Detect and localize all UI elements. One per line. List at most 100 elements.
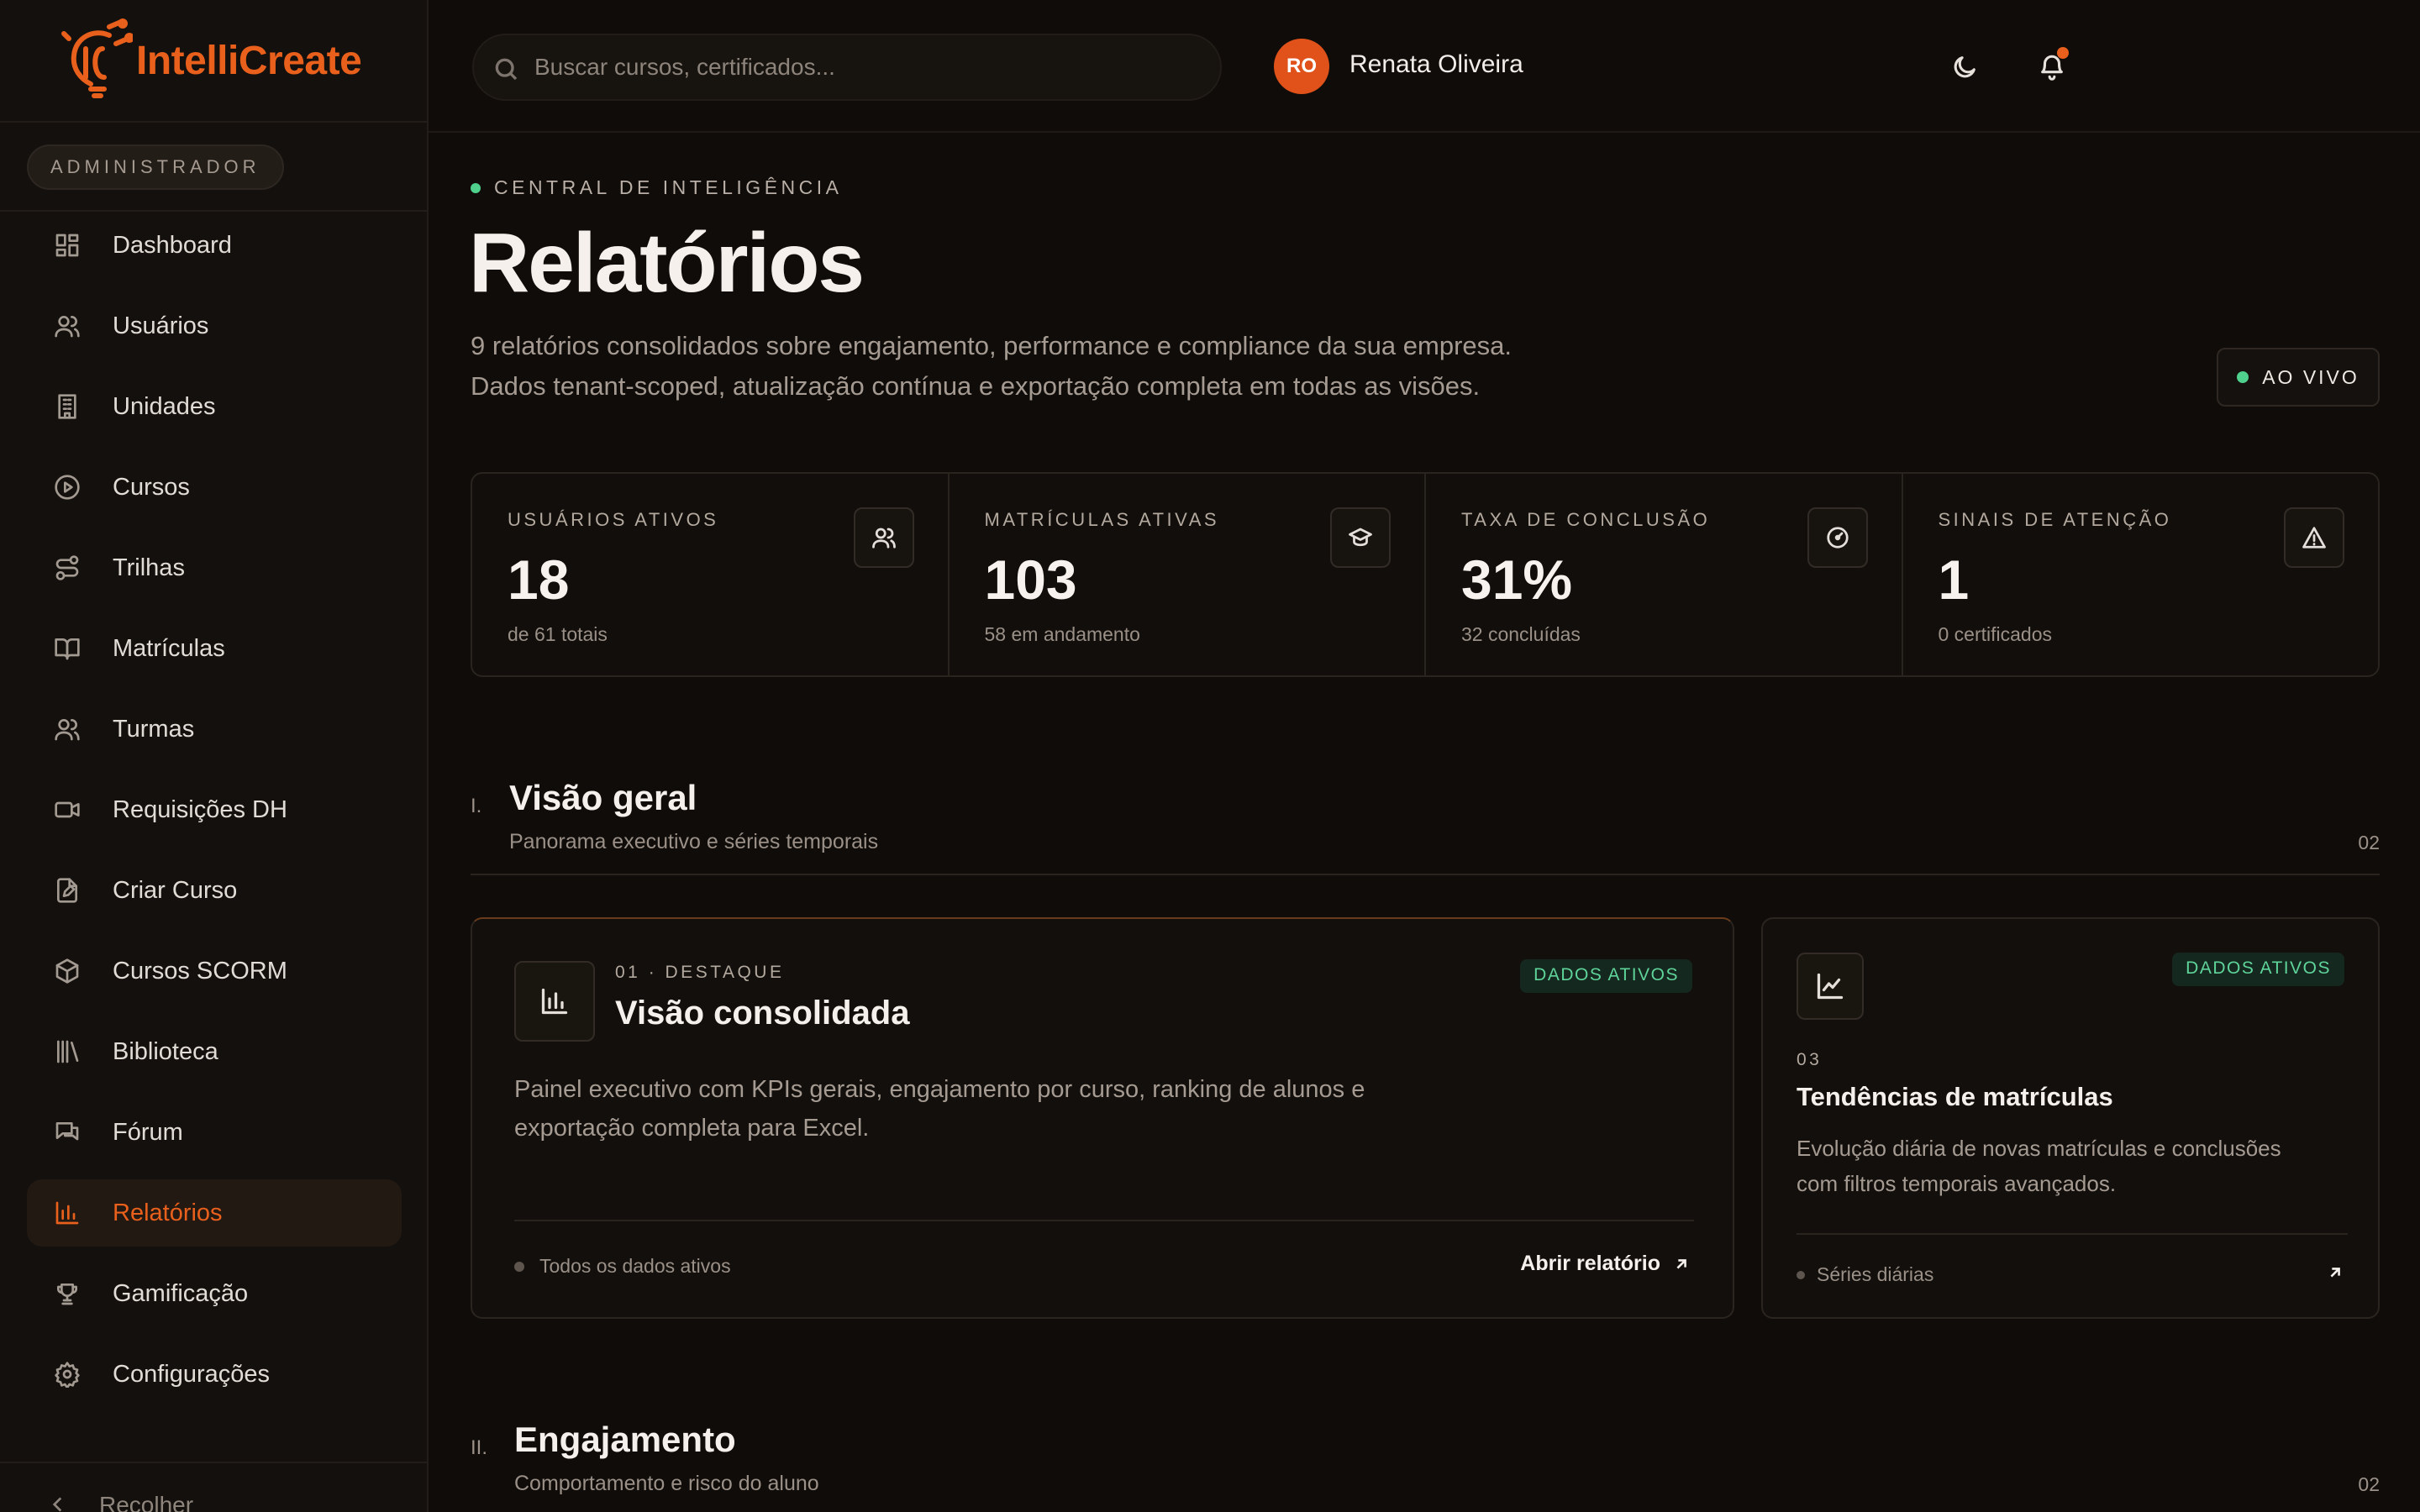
sidebar-item-cursos-scorm[interactable]: Cursos SCORM	[27, 937, 402, 1005]
sidebar-item-biblioteca[interactable]: Biblioteca	[27, 1018, 402, 1085]
sidebar-nav: Dashboard Usuários Unidades Cursos Trilh…	[27, 212, 402, 1421]
page-eyebrow: CENTRAL DE INTELIGÊNCIA	[471, 176, 842, 199]
sidebar-item-configuracoes[interactable]: Configurações	[27, 1341, 402, 1408]
line-chart-icon	[1797, 953, 1864, 1020]
kpi-sub: 32 concluídas	[1461, 623, 1581, 645]
search-placeholder: Buscar cursos, certificados...	[534, 54, 835, 80]
card-eyebrow: 01 · DESTAQUE	[615, 963, 785, 982]
collapse-sidebar-button[interactable]: Recolher	[0, 1462, 427, 1512]
section-divider	[471, 874, 2380, 875]
kpi-card-sinais-atencao: SINAIS DE ATENÇÃO 1 0 certificados	[1903, 474, 2379, 675]
kpi-card-taxa-conclusao: TAXA DE CONCLUSÃO 31% 32 concluídas	[1426, 474, 1903, 675]
description-line: Evolução diária de novas matrículas e co…	[1797, 1136, 2281, 1161]
footer-text: Séries diárias	[1817, 1263, 1934, 1285]
description-line: exportação completa para Excel.	[514, 1115, 870, 1142]
card-divider	[1797, 1233, 2348, 1235]
footer-dot	[514, 1261, 524, 1272]
section-count: 02	[2358, 832, 2380, 853]
brain-bulb-logo-icon	[61, 18, 133, 98]
sidebar-item-forum[interactable]: Fórum	[27, 1099, 402, 1166]
theme-toggle-button[interactable]	[1941, 44, 1988, 91]
play-circle-icon	[52, 472, 82, 502]
alert-triangle-icon	[2284, 507, 2344, 568]
section-subtitle: Comportamento e risco do aluno	[514, 1472, 819, 1495]
users-icon	[52, 311, 82, 341]
graduation-cap-icon	[1330, 507, 1391, 568]
bar-chart-icon	[514, 961, 595, 1042]
section-title: Visão geral	[509, 778, 697, 817]
section-visao-geral: I. Visão geral Panorama executivo e séri…	[471, 769, 2380, 887]
logo-text: IntelliCreate	[136, 38, 362, 83]
sidebar-item-label: Relatórios	[113, 1199, 223, 1226]
sidebar-item-turmas[interactable]: Turmas	[27, 696, 402, 763]
card-description: Painel executivo com KPIs gerais, engaja…	[514, 1070, 1523, 1147]
open-report-link[interactable]: Abrir relatório	[1520, 1252, 1691, 1276]
sidebar: IntelliCreate ADMINISTRADOR Dashboard Us…	[0, 0, 429, 1512]
bar-chart-icon	[52, 1198, 82, 1228]
topbar: Buscar cursos, certificados... RO Renata…	[429, 0, 2420, 133]
sidebar-item-label: Fórum	[113, 1118, 183, 1146]
sidebar-item-label: Turmas	[113, 715, 195, 743]
page-description: 9 relatórios consolidados sobre engajame…	[471, 326, 1731, 407]
sidebar-item-trilhas[interactable]: Trilhas	[27, 534, 402, 601]
live-dot	[2237, 371, 2249, 383]
sidebar-item-relatorios[interactable]: Relatórios	[27, 1179, 402, 1247]
kpi-sub: 58 em andamento	[984, 623, 1140, 645]
card-number: 03	[1797, 1050, 1823, 1069]
building-icon	[52, 391, 82, 422]
kpi-card-usuarios-ativos: USUÁRIOS ATIVOS 18 de 61 totais	[472, 474, 950, 675]
sidebar-item-unidades[interactable]: Unidades	[27, 373, 402, 440]
kpi-strip: USUÁRIOS ATIVOS 18 de 61 totais MATRÍCUL…	[471, 472, 2380, 677]
library-icon	[52, 1037, 82, 1067]
users-icon	[853, 507, 914, 568]
dashboard-icon	[52, 230, 82, 260]
link-label: Abrir relatório	[1520, 1252, 1660, 1275]
sidebar-item-label: Trilhas	[113, 554, 185, 581]
sidebar-item-gamificacao[interactable]: Gamificação	[27, 1260, 402, 1327]
card-title: Visão consolidada	[615, 995, 910, 1032]
card-description: Evolução diária de novas matrículas e co…	[1797, 1131, 2351, 1201]
sidebar-item-criar-curso[interactable]: Criar Curso	[27, 857, 402, 924]
sidebar-item-label: Gamificação	[113, 1279, 249, 1307]
arrow-up-right-icon	[2330, 1268, 2340, 1278]
live-label: AO VIVO	[2262, 365, 2360, 388]
description-line: Painel executivo com KPIs gerais, engaja…	[514, 1076, 1365, 1103]
sidebar-item-label: Usuários	[113, 312, 209, 339]
notification-dot	[2057, 47, 2069, 59]
section-count: 02	[2358, 1473, 2380, 1495]
collapse-label: Recolher	[99, 1492, 194, 1512]
section-number: I.	[471, 795, 482, 817]
description-line: 9 relatórios consolidados sobre engajame…	[471, 331, 1512, 360]
sidebar-item-label: Configurações	[113, 1360, 270, 1388]
report-card-visao-consolidada[interactable]: 01 · DESTAQUE Visão consolidada DADOS AT…	[471, 917, 1734, 1319]
eyebrow-text: CENTRAL DE INTELIGÊNCIA	[494, 176, 843, 198]
book-open-icon	[52, 633, 82, 664]
sidebar-item-matriculas[interactable]: Matrículas	[27, 615, 402, 682]
status-badge: DADOS ATIVOS	[1520, 959, 1692, 993]
report-card-tendencias-matriculas[interactable]: DADOS ATIVOS 03 Tendências de matrículas…	[1761, 917, 2380, 1319]
sidebar-item-cursos[interactable]: Cursos	[27, 454, 402, 521]
search-icon	[495, 58, 518, 81]
sidebar-item-label: Cursos	[113, 473, 190, 501]
kpi-card-matriculas-ativas: MATRÍCULAS ATIVAS 103 58 em andamento	[950, 474, 1426, 675]
sidebar-item-dashboard[interactable]: Dashboard	[27, 212, 402, 279]
role-badge: ADMINISTRADOR	[27, 144, 284, 190]
notifications-button[interactable]	[2028, 44, 2075, 91]
sidebar-item-label: Biblioteca	[113, 1037, 218, 1065]
moon-icon	[1954, 56, 1975, 78]
sidebar-item-usuarios[interactable]: Usuários	[27, 292, 402, 360]
sidebar-item-requisicoes-dh[interactable]: Requisições DH	[27, 776, 402, 843]
logo[interactable]: IntelliCreate	[0, 0, 427, 123]
chevron-left-icon	[52, 1497, 62, 1512]
open-report-link[interactable]	[2314, 1263, 2344, 1282]
user-name[interactable]: Renata Oliveira	[1349, 50, 1523, 79]
arrow-up-right-icon	[1676, 1258, 1686, 1268]
footer-dot	[1797, 1270, 1805, 1279]
status-dot	[471, 182, 481, 193]
avatar[interactable]: RO	[1274, 39, 1329, 94]
users-group-icon	[52, 714, 82, 744]
search-input[interactable]: Buscar cursos, certificados...	[472, 34, 1222, 101]
sidebar-item-label: Criar Curso	[113, 876, 238, 904]
live-badge: AO VIVO	[2217, 348, 2380, 407]
gear-icon	[52, 1359, 82, 1389]
